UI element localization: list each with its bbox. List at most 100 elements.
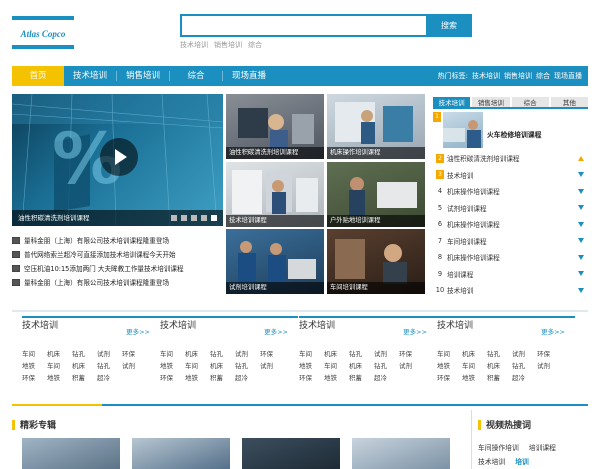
category-link[interactable]: 机床 xyxy=(210,360,235,370)
category-link[interactable]: 环保 xyxy=(437,372,462,382)
album-thumb[interactable] xyxy=(22,438,120,469)
album-thumb[interactable] xyxy=(352,438,450,469)
category-link[interactable]: 地铁 xyxy=(22,360,47,370)
tab-tech-training[interactable]: 技术培训 xyxy=(433,97,471,107)
category-link[interactable]: 地铁 xyxy=(299,360,324,370)
category-link[interactable]: 积蓄 xyxy=(349,372,374,382)
rank-label[interactable]: 机床操作培训课程 xyxy=(447,252,578,262)
ranking-item[interactable]: 5 试剂培训课程 xyxy=(433,200,588,217)
tab-general[interactable]: 综合 xyxy=(511,97,549,107)
category-link[interactable]: 机床 xyxy=(349,360,374,370)
ranking-item[interactable]: 7 车间培训课程 xyxy=(433,233,588,250)
hot-search-term[interactable]: 技术培训 xyxy=(478,456,505,466)
category-link[interactable]: 地铁 xyxy=(462,372,487,382)
news-item[interactable]: 普代网络索兰超冷可直接添加技术培训课程今天开始 xyxy=(12,247,223,261)
category-link[interactable]: 车间 xyxy=(462,360,487,370)
category-link[interactable]: 环保 xyxy=(22,372,47,382)
ranking-item[interactable]: 10 技术培训 xyxy=(433,282,588,299)
rank-label[interactable]: 技术培训 xyxy=(447,285,578,295)
hot-search-term[interactable]: 培训课程 xyxy=(529,442,556,452)
category-link[interactable]: 超冷 xyxy=(97,372,122,382)
category-link[interactable]: 环保 xyxy=(160,372,185,382)
nav-live[interactable]: 现场直播 xyxy=(223,66,275,86)
news-item[interactable]: 量科金朋（上海）有限公司技术培训课程隆重登场 xyxy=(12,233,223,247)
rank-label[interactable]: 车间培训课程 xyxy=(447,236,578,246)
thumb-caption[interactable]: 机床操作培训课程 xyxy=(327,147,425,159)
ranking-item[interactable]: 9 培训课程 xyxy=(433,266,588,283)
category-link[interactable]: 机床 xyxy=(47,348,72,358)
category-link[interactable]: 积蓄 xyxy=(487,372,512,382)
category-link[interactable]: 地铁 xyxy=(160,360,185,370)
category-link[interactable]: 试剂 xyxy=(235,348,260,358)
thumb-caption[interactable]: 油性积碳清洗剂培训课程 xyxy=(226,147,324,159)
rank-label[interactable]: 油性积碳清洗剂培训课程 xyxy=(447,153,578,163)
thumb-caption[interactable]: 技术培训课程 xyxy=(226,215,324,227)
category-link[interactable]: 钻孔 xyxy=(349,348,374,358)
search-tag[interactable]: 销售培训 xyxy=(214,40,242,50)
category-link[interactable]: 环保 xyxy=(122,348,147,358)
nav-general[interactable]: 综合 xyxy=(170,66,222,86)
more-link[interactable]: 更多>> xyxy=(126,326,150,336)
search-tag[interactable]: 技术培训 xyxy=(180,40,208,50)
search-button[interactable]: 搜索 xyxy=(426,14,472,37)
hot-search-term[interactable]: 车间操作培训 xyxy=(478,442,519,452)
category-link[interactable]: 车间 xyxy=(299,348,324,358)
carousel-dot[interactable] xyxy=(191,215,197,221)
rank-label[interactable]: 机床操作培训课程 xyxy=(447,186,578,196)
atlas-copco-logo[interactable]: Atlas Copco xyxy=(12,16,74,49)
more-link[interactable]: 更多>> xyxy=(541,326,565,336)
category-link[interactable]: 车间 xyxy=(185,360,210,370)
thumb-caption[interactable]: 车间培训课程 xyxy=(327,282,425,294)
news-title[interactable]: 量科金朋（上海）有限公司技术培训课程隆重登场 xyxy=(24,277,169,287)
hot-tag[interactable]: 技术培训 xyxy=(472,71,500,81)
category-link[interactable]: 车间 xyxy=(437,348,462,358)
category-link[interactable]: 车间 xyxy=(22,348,47,358)
category-link[interactable]: 积蓄 xyxy=(72,372,97,382)
hot-tag[interactable]: 销售培训 xyxy=(504,71,532,81)
category-link[interactable]: 试剂 xyxy=(374,348,399,358)
video-thumb[interactable]: 机床操作培训课程 xyxy=(327,94,425,159)
category-link[interactable]: 超冷 xyxy=(374,372,399,382)
news-item[interactable]: 空压机油10:15添加两门 大夫眸教工作量技术培训课程 xyxy=(12,261,223,275)
category-link[interactable]: 钻孔 xyxy=(512,360,537,370)
carousel-dot-active[interactable] xyxy=(211,215,217,221)
ranking-item[interactable]: 8 机床操作培训课程 xyxy=(433,249,588,266)
category-link[interactable]: 试剂 xyxy=(537,360,562,370)
video-thumb[interactable]: 技术培训课程 xyxy=(226,162,324,227)
news-title[interactable]: 量科金朋（上海）有限公司技术培训课程隆重登场 xyxy=(24,235,169,245)
tab-other[interactable]: 其他 xyxy=(550,97,588,107)
category-link[interactable]: 钻孔 xyxy=(72,348,97,358)
news-title[interactable]: 空压机油10:15添加两门 大夫眸教工作量技术培训课程 xyxy=(24,263,184,273)
category-link[interactable]: 车间 xyxy=(47,360,72,370)
category-link[interactable]: 钻孔 xyxy=(97,360,122,370)
ranking-item[interactable]: 4 机床操作培训课程 xyxy=(433,183,588,200)
category-link[interactable]: 试剂 xyxy=(512,348,537,358)
nav-sales-training[interactable]: 销售培训 xyxy=(117,66,169,86)
category-link[interactable]: 试剂 xyxy=(122,360,147,370)
more-link[interactable]: 更多>> xyxy=(403,326,427,336)
category-link[interactable]: 地铁 xyxy=(185,372,210,382)
rank-label[interactable]: 培训课程 xyxy=(447,269,578,279)
more-link[interactable]: 更多>> xyxy=(264,326,288,336)
album-thumb[interactable] xyxy=(132,438,230,469)
category-link[interactable]: 地铁 xyxy=(47,372,72,382)
search-input[interactable] xyxy=(180,14,426,37)
thumb-caption[interactable]: 试剂培训课程 xyxy=(226,282,324,294)
category-link[interactable]: 机床 xyxy=(324,348,349,358)
category-link[interactable]: 超冷 xyxy=(512,372,537,382)
category-link[interactable]: 环保 xyxy=(399,348,424,358)
category-link[interactable]: 试剂 xyxy=(399,360,424,370)
video-thumb[interactable]: 户外贴地培训课程 xyxy=(327,162,425,227)
category-link[interactable]: 钻孔 xyxy=(487,348,512,358)
category-link[interactable]: 机床 xyxy=(72,360,97,370)
category-link[interactable]: 钻孔 xyxy=(374,360,399,370)
news-item[interactable]: 量科金朋（上海）有限公司技术培训课程隆重登场 xyxy=(12,275,223,289)
nav-tech-training[interactable]: 技术培训 xyxy=(64,66,116,86)
ranking-item[interactable]: 6 机床操作培训课程 xyxy=(433,216,588,233)
featured-video[interactable]: % 油性积碳清洗剂培训课程 xyxy=(12,94,223,226)
category-link[interactable]: 机床 xyxy=(487,360,512,370)
carousel-dot[interactable] xyxy=(171,215,177,221)
rank-label[interactable]: 试剂培训课程 xyxy=(447,203,578,213)
rank-top-title[interactable]: 火车检修培训课程 xyxy=(487,129,541,150)
thumb-caption[interactable]: 户外贴地培训课程 xyxy=(327,215,425,227)
